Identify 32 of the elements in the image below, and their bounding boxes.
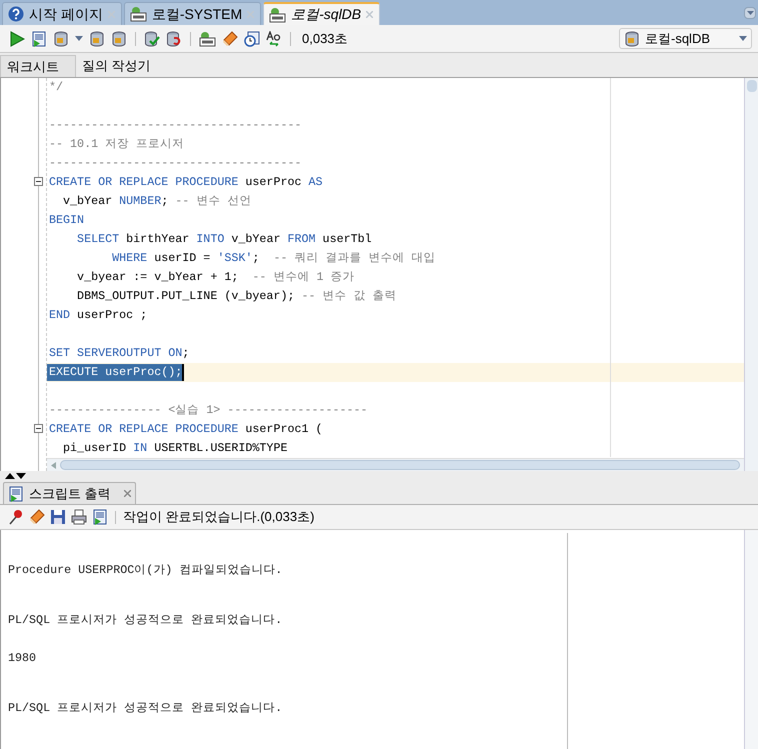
connection-dropdown[interactable]: 로컬-sqlDB	[619, 28, 752, 49]
worksheet-tab[interactable]: 워크시트	[0, 55, 76, 77]
output-line: 1980	[8, 650, 38, 667]
elapsed-time: 0,033초	[302, 30, 348, 48]
code-line: END userProc ;	[48, 307, 148, 324]
code-line: ------------------------------------	[48, 155, 302, 172]
tab-label: 로컬-sqlDB	[291, 5, 362, 24]
code-line: SET SERVEROUTPUT ON;	[48, 345, 190, 362]
document-tab[interactable]: 로컬-sqlDB	[263, 2, 380, 25]
code-line: WHERE userID = 'SSK'; -- 쿼리 결과를 변수에 대입	[111, 250, 436, 267]
output-line: Procedure USERPROC이(가) 컴파일되었습니다.	[8, 562, 284, 579]
code-line: DBMS_OUTPUT.PUT_LINE (v_byear); -- 변수 값 출력	[76, 288, 397, 305]
output-line: PL/SQL 프로시저가 성공적으로 완료되었습니다.	[8, 612, 284, 629]
code-line: v_byear := v_bYear + 1; -- 변수에 1 증가	[76, 269, 354, 286]
code-line: */	[48, 79, 64, 96]
document-tab[interactable]: 로컬-SYSTEM	[124, 2, 262, 25]
code-line: BEGIN	[48, 212, 84, 229]
worksheet-tab[interactable]: 질의 작성기	[76, 55, 166, 77]
output-line: PL/SQL 프로시저가 성공적으로 완료되었습니다.	[8, 700, 284, 717]
code-line: ---------------- <실습 1> --------------------	[48, 402, 368, 419]
script-output-tab[interactable]: 스크립트 출력	[3, 482, 136, 504]
tab-label: 로컬-SYSTEM	[152, 4, 242, 24]
code-line: CREATE OR REPLACE PROCEDURE userProc1 (	[48, 421, 323, 438]
tab-label: 시작 페이지	[29, 4, 103, 24]
status-message: 작업이 완료되었습니다.(0,033초)	[123, 508, 314, 526]
code-line: SELECT birthYear INTO v_bYear FROM userTbl	[76, 231, 372, 248]
code-line: -- 10.1 저장 프로시저	[48, 136, 184, 153]
code-line: CREATE OR REPLACE PROCEDURE userProc AS	[48, 174, 323, 191]
code-line: ------------------------------------	[48, 117, 302, 134]
code-line: pi_userID IN USERTBL.USERID%TYPE	[62, 440, 288, 457]
document-tab[interactable]: 시작 페이지	[2, 2, 122, 25]
code-line: v_bYear NUMBER; -- 변수 선언	[62, 193, 252, 210]
